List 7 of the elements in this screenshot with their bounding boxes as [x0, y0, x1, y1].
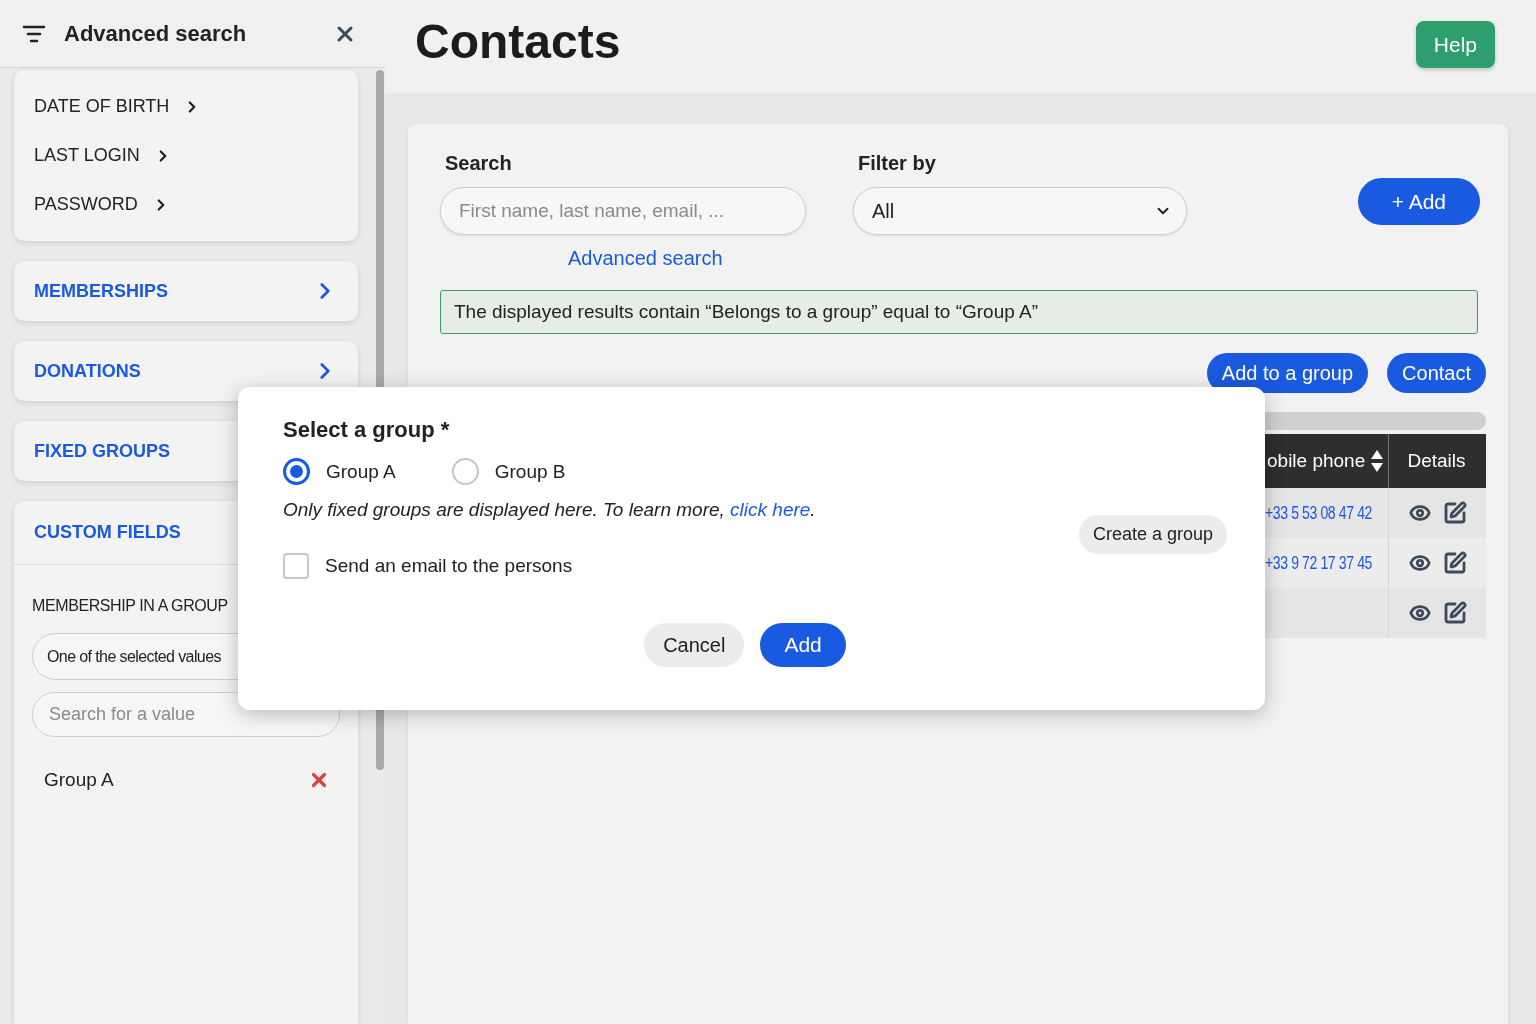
filter-label: Filter by [857, 152, 937, 175]
page-title: Contacts [415, 14, 621, 69]
panel-title: Advanced search [64, 20, 248, 47]
filter-notice: The displayed results contain “Belongs to a group” equal to “Group A” [440, 290, 1478, 334]
field-label: MEMBERSHIP IN A GROUP [32, 597, 228, 615]
selected-value: Group A [44, 769, 114, 791]
search-label: Search [444, 152, 513, 175]
